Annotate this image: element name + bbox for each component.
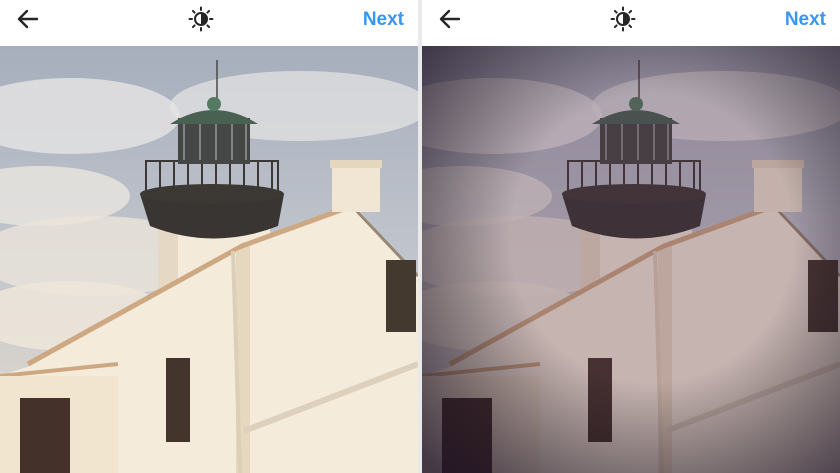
right-panel: Next	[422, 0, 840, 473]
next-button[interactable]: Next	[785, 9, 826, 31]
brightness-adjust-icon	[188, 6, 214, 37]
back-button[interactable]	[14, 7, 42, 35]
left-panel: Next	[0, 0, 418, 473]
adjust-button[interactable]	[608, 6, 638, 36]
back-arrow-icon	[17, 8, 39, 35]
lighthouse-photo	[0, 46, 418, 473]
brightness-adjust-icon	[610, 6, 636, 37]
adjust-button[interactable]	[186, 6, 216, 36]
next-button[interactable]: Next	[363, 9, 404, 31]
back-button[interactable]	[436, 7, 464, 35]
editor-screen: Next Next	[0, 0, 840, 473]
top-bar: Next	[0, 0, 418, 46]
top-bar: Next	[422, 0, 840, 46]
lighthouse-photo-filtered	[422, 46, 840, 473]
photo-preview	[422, 46, 840, 473]
back-arrow-icon	[439, 8, 461, 35]
photo-preview	[0, 46, 418, 473]
